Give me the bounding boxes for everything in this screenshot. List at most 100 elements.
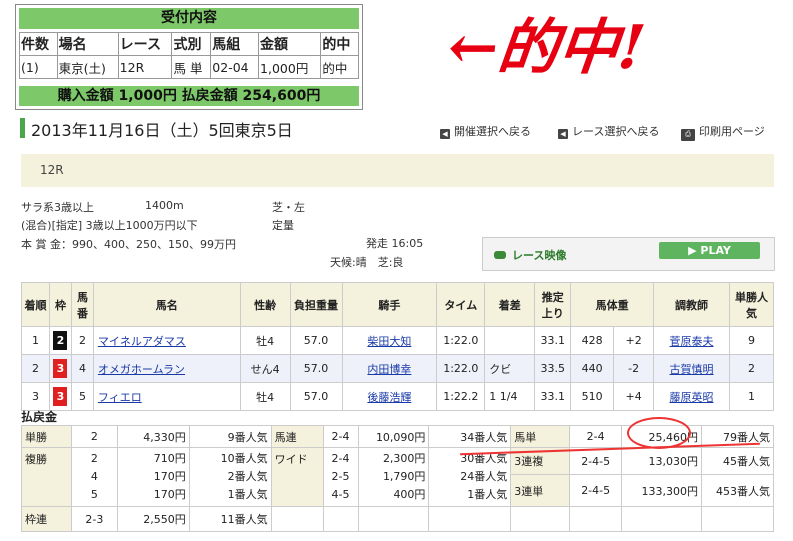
trainer-link[interactable]: 古賀慎明: [670, 363, 714, 376]
finish-pos: 3: [21, 382, 50, 411]
empty-cell: [428, 506, 512, 532]
empty-cell: [569, 506, 623, 532]
body-weight: 510: [570, 382, 615, 411]
waku-badge: 2: [53, 331, 68, 350]
receipt-header: 金額: [258, 32, 322, 56]
col-header: 推定上り: [534, 282, 572, 327]
back-to-meeting-label: 開催選択へ戻る: [454, 125, 531, 138]
receipt-cell: (1): [19, 55, 58, 79]
payout-amount: 2,550円: [116, 506, 190, 532]
receipt-cell: 馬 単: [171, 55, 212, 79]
col-header: 着順: [21, 282, 50, 327]
title-accent: [20, 118, 25, 138]
play-button[interactable]: ▶ PLAY: [659, 242, 760, 259]
jockey-link[interactable]: 後藤浩輝: [367, 391, 411, 404]
empty-cell: [270, 506, 324, 532]
hit-annotation: ←的中!: [444, 13, 649, 83]
col-header: 枠: [48, 282, 72, 327]
payout-type: ワイド: [270, 447, 324, 507]
time: 1:22.2: [436, 382, 486, 411]
empty-cell: [357, 506, 430, 532]
payout-popularity: 30番人気 24番人気 1番人気: [428, 447, 512, 507]
race-distance: 1400m: [145, 199, 184, 212]
payout-popularity: 453番人気: [701, 474, 774, 507]
trainer-link[interactable]: 藤原英昭: [670, 391, 714, 404]
horse-name-link[interactable]: フィエロ: [98, 391, 142, 404]
jockey-link[interactable]: 内田博幸: [367, 363, 411, 376]
page-title: 2013年11月16日（土）5回東京5日: [31, 121, 293, 140]
jockey-cell: 内田博幸: [341, 354, 438, 383]
empty-cell: [510, 506, 571, 532]
race-video-label: レース映像: [494, 247, 566, 263]
horse-name-link[interactable]: マイネルアダマス: [98, 335, 186, 348]
sex-age: 牡4: [239, 326, 291, 355]
receipt-header: 場名: [56, 32, 119, 56]
col-header: 単勝人気: [728, 282, 775, 327]
payout-combo: 2 4 5: [70, 447, 118, 507]
col-header: 騎手: [341, 282, 438, 327]
horse-name-cell: フィエロ: [92, 382, 241, 411]
receipt-cell: 的中: [320, 55, 359, 79]
print-link[interactable]: ⎙ 印刷用ページ: [681, 123, 765, 141]
col-header-body-weight: 馬体重: [570, 282, 655, 327]
jockey-link[interactable]: 柴田大知: [367, 335, 411, 348]
receipt-cell: 1,000円: [258, 55, 322, 79]
back-to-race-link[interactable]: ◀ レース選択へ戻る: [558, 123, 659, 139]
back-to-meeting-link[interactable]: ◀ 開催選択へ戻る: [440, 123, 531, 139]
receipt-box: 受付内容 件数 場名 レース 式別 馬組 金額 的中 (1) 東京(土) 12R…: [15, 4, 363, 110]
payout-amount: 4,330円: [116, 425, 190, 448]
payout-combo: 2-4 2-5 4-5: [322, 447, 359, 507]
horse-number: 5: [70, 382, 94, 411]
receipt-cell: 02-04: [210, 55, 260, 79]
horse-name-link[interactable]: オメガホームラン: [98, 363, 185, 376]
print-label: 印刷用ページ: [699, 125, 765, 138]
payout-popularity: 10番人気 2番人気 1番人気: [188, 447, 272, 507]
receipt-title: 受付内容: [19, 8, 359, 29]
payout-amount: 2,300円 1,790円 400円: [357, 447, 430, 507]
payout-type: 単勝: [21, 425, 72, 448]
video-icon: [494, 251, 506, 259]
col-header: タイム: [436, 282, 486, 327]
payout-combo: 2-4: [569, 425, 623, 448]
popularity: 2: [728, 354, 775, 383]
horse-number: 2: [70, 326, 94, 355]
race-header-band: [21, 154, 774, 187]
printer-icon: ⎙: [681, 129, 695, 141]
payout-title: 払戻金: [21, 410, 58, 424]
trainer-cell: 古賀慎明: [653, 354, 730, 383]
weight-diff: +4: [613, 382, 655, 411]
track-condition: 天候:晴 芝:良: [330, 256, 404, 269]
payout-popularity: 9番人気: [188, 425, 272, 448]
race-condition: (混合)[指定] 3歳以上1000万円以下: [21, 219, 198, 232]
sex-age: せん4: [239, 354, 291, 383]
horse-name-cell: オメガホームラン: [92, 354, 241, 383]
back-to-race-label: レース選択へ戻る: [572, 125, 660, 138]
trainer-link[interactable]: 菅原泰夫: [670, 335, 714, 348]
arrow-icon: ◀: [440, 129, 450, 139]
finish-pos: 2: [21, 354, 50, 383]
receipt-cell: 東京(土): [56, 55, 119, 79]
payout-amount: 133,300円: [621, 474, 703, 507]
jockey-cell: 後藤浩輝: [341, 382, 438, 411]
table-row: 3 3 5 フィエロ 牡4 57.0 後藤浩輝 1:22.2 1 1/4 33.…: [21, 382, 775, 411]
payout-popularity: 34番人気: [428, 425, 512, 448]
payout-combo: 2-3: [70, 506, 118, 532]
waku-cell: 2: [48, 326, 72, 355]
payout-type: 複勝: [21, 447, 72, 507]
weight-diff: +2: [613, 326, 655, 355]
empty-cell: [322, 506, 359, 532]
col-header: 馬名: [92, 282, 241, 327]
receipt-table: 件数 場名 レース 式別 馬組 金額 的中 (1) 東京(土) 12R 馬 単 …: [19, 32, 359, 79]
payout-type: 枠連: [21, 506, 72, 532]
payout-combo: 2-4-5: [569, 474, 623, 507]
payout-amount: 10,090円: [357, 425, 430, 448]
highlight-circle: [627, 417, 691, 449]
finish-pos: 1: [21, 326, 50, 355]
weight-diff: -2: [613, 354, 655, 383]
carried-weight: 57.0: [289, 326, 343, 355]
col-header: 調教師: [653, 282, 730, 327]
jockey-cell: 柴田大知: [341, 326, 438, 355]
payout-combo: 2: [70, 425, 118, 448]
trainer-cell: 菅原泰夫: [653, 326, 730, 355]
payout-popularity: 11番人気: [188, 506, 272, 532]
